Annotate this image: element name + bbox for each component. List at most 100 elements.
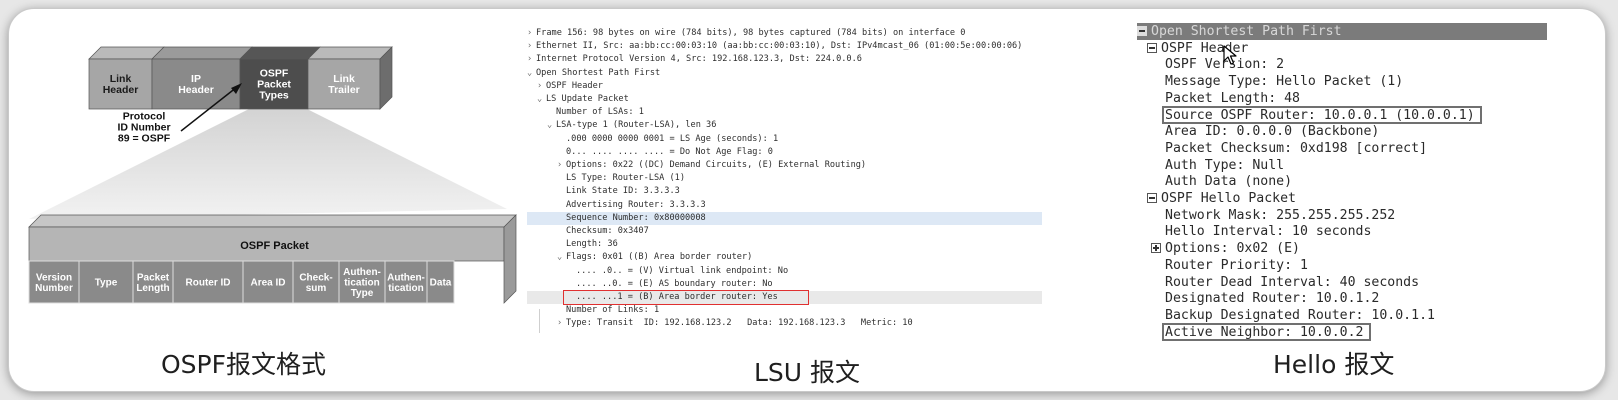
lsu-tree-row[interactable]: › Internet Protocol Version 4, Src: 192.1… — [527, 53, 1042, 66]
lsu-tree-row-label: Length: 36 — [566, 239, 618, 250]
lsu-tree-row[interactable]: .... .0.. = (V) Virtual link endpoint: N… — [527, 265, 1042, 278]
hello-tree-row-label: Router Dead Interval: 40 seconds — [1165, 274, 1420, 290]
lsu-tree-row-label: Checksum: 0x3407 — [566, 226, 649, 236]
hello-tree-row[interactable]: Open Shortest Path First — [1137, 23, 1547, 40]
lsu-tree-row[interactable]: › Frame 156: 98 bytes on wire (784 bits),… — [527, 27, 1042, 40]
ospf-field-label: Version Number — [35, 272, 73, 294]
hello-tree-row[interactable]: Active Neighbor: 10.0.0.2 — [1165, 324, 1364, 341]
hello-tree-row-label: Area ID: 0.0.0.0 (Backbone) — [1165, 124, 1380, 140]
hello-tree-row-label: Backup Designated Router: 10.0.1.1 — [1165, 307, 1435, 323]
hello-tree-row-label: Router Priority: 1 — [1165, 257, 1308, 273]
collapse-chevron-icon[interactable]: ⌄ — [557, 251, 566, 264]
collapse-box-icon[interactable] — [1137, 26, 1147, 36]
collapse-chevron-icon[interactable]: ⌄ — [537, 93, 546, 106]
lsu-tree-row[interactable]: .000 0000 0000 0001 = LS Age (seconds): … — [527, 133, 1042, 146]
lsu-tree-row[interactable]: › Type: Transit ID: 192.168.123.2 Data: 1… — [527, 317, 1042, 330]
lsu-tree-row[interactable]: Number of Links: 1 — [527, 304, 1042, 317]
ospf-format-panel: Link Header IP Header OSPF Packet Types Link Tra… — [9, 9, 529, 391]
hello-tree-row-label: Message Type: Hello Packet (1) — [1165, 74, 1404, 90]
lsu-tree-row-label: Internet Protocol Version 4, Src: 192.16… — [536, 54, 862, 65]
lsu-tree-row[interactable]: Length: 36 — [527, 238, 1042, 251]
hello-tree-row[interactable]: Network Mask: 255.255.255.252 — [1165, 207, 1395, 224]
ospf-field-label: Router ID — [186, 278, 231, 289]
lsu-tree-row-label: Frame 156: 98 bytes on wire (784 bits), … — [536, 28, 966, 38]
lsu-tree-row[interactable]: › OSPF Header — [527, 80, 1042, 93]
hello-tree-row[interactable]: Router Priority: 1 — [1165, 257, 1308, 274]
lsu-tree-row-label: .000 0000 0000 0001 = LS Age (seconds): … — [566, 133, 779, 144]
lsu-tree-row[interactable]: ⌄ LSA-type 1 (Router-LSA), len 36 — [527, 119, 1042, 132]
hello-tree-row[interactable]: Auth Data (none) — [1165, 173, 1292, 190]
lsu-tree-row[interactable]: .... ...1 = (B) Area border router: Yes — [527, 291, 1042, 304]
expand-box-icon[interactable] — [1151, 243, 1161, 254]
hello-tree-row-label: Designated Router: 10.0.1.2 — [1165, 291, 1380, 307]
ip-segment-label: OSPF Packet Types — [257, 68, 291, 102]
hello-tree-row-label: Network Mask: 255.255.255.252 — [1165, 207, 1396, 223]
lsu-tree-row-label: Open Shortest Path First — [536, 67, 661, 78]
mouse-cursor-icon — [1223, 45, 1237, 65]
lsu-tree-row[interactable]: Checksum: 0x3407 — [527, 225, 1042, 238]
lsu-tree-row-label: .... .0.. = (V) Virtual link endpoint: N… — [576, 265, 789, 276]
lsu-tree-row-label: 0... .... .... .... = Do Not Age Flag: 0 — [566, 146, 773, 157]
collapse-chevron-icon[interactable]: ⌄ — [527, 67, 536, 80]
lsu-tree-row[interactable]: Number of LSAs: 1 — [527, 106, 1042, 119]
hello-tree-row[interactable]: Area ID: 0.0.0.0 (Backbone) — [1165, 123, 1379, 140]
lsu-tree-row-label: Advertising Router: 3.3.3.3 — [566, 199, 706, 210]
lsu-tree-row[interactable]: Link State ID: 3.3.3.3 — [527, 185, 1042, 198]
collapse-box-icon[interactable] — [1147, 42, 1157, 53]
expand-chevron-icon[interactable]: › — [557, 159, 566, 172]
hello-tree-row[interactable]: Router Dead Interval: 40 seconds — [1165, 274, 1419, 291]
ospf-field-label: Area ID — [250, 278, 285, 289]
hello-tree-row-label: Auth Type: Null — [1165, 157, 1285, 173]
lsu-tree-row[interactable]: .... ..0. = (E) AS boundary router: No — [527, 278, 1042, 291]
hello-tree-row-label: Packet Length: 48 — [1165, 90, 1300, 106]
lsu-tree-row[interactable]: › Ethernet II, Src: aa:bb:cc:00:03:10 (aa… — [527, 40, 1042, 53]
ip-segment-top — [307, 46, 393, 60]
pane-edge-marker — [539, 309, 545, 333]
hello-tree-row[interactable]: Options: 0x02 (E) — [1151, 240, 1300, 257]
lsu-tree-row[interactable]: 0... .... .... .... = Do Not Age Flag: 0 — [527, 146, 1042, 159]
lsu-tree-row[interactable]: ⌄ LS Update Packet — [527, 93, 1042, 106]
lsu-tree-row-label: LS Update Packet — [546, 94, 629, 104]
hello-tree-row[interactable]: Packet Checksum: 0xd198 [correct] — [1165, 140, 1427, 157]
expand-chevron-icon[interactable]: › — [527, 40, 536, 53]
hello-tree-row[interactable]: Packet Length: 48 — [1165, 90, 1300, 107]
lsu-tree-row[interactable]: Advertising Router: 3.3.3.3 — [527, 199, 1042, 212]
hello-tree-row[interactable]: Auth Type: Null — [1165, 157, 1284, 174]
hello-tree-row-label: Hello Interval: 10 seconds — [1165, 224, 1372, 240]
lsu-tree-row-label: Type: Transit ID: 192.168.123.2 Data: 19… — [566, 318, 913, 329]
hello-packet-tree: Open Shortest Path First OSPF Header OSPF … — [1137, 23, 1597, 363]
ip-segment-top — [239, 46, 321, 60]
collapse-chevron-icon[interactable]: ⌄ — [547, 119, 556, 132]
lsu-tree-row-label: Ethernet II, Src: aa:bb:cc:00:03:10 (aa:… — [536, 41, 1023, 52]
lsu-tree-row-label: .... ..0. = (E) AS boundary router: No — [576, 278, 773, 289]
expand-chevron-icon[interactable]: › — [527, 27, 536, 40]
lsu-tree-row-label: LS Type: Router-LSA (1) — [566, 173, 685, 184]
lsu-tree-row[interactable]: Sequence Number: 0x80000008 — [527, 211, 1042, 225]
lsu-tree-row-label: Sequence Number: 0x80000008 — [566, 212, 706, 223]
hello-tree-row[interactable]: Designated Router: 10.0.1.2 — [1165, 290, 1379, 307]
lsu-tree-row-label: OSPF Header — [546, 80, 603, 91]
lsu-tree-row[interactable]: › Options: 0x22 ((DC) Demand Circuits, (E… — [527, 159, 1042, 172]
lsu-tree-row[interactable]: LS Type: Router-LSA (1) — [527, 172, 1042, 185]
encapsulation-funnel — [29, 109, 507, 219]
lsu-tree-row-label: LSA-type 1 (Router-LSA), len 36 — [556, 120, 717, 131]
expand-chevron-icon[interactable]: › — [527, 53, 536, 66]
lsu-tree-row[interactable]: ⌄ Open Shortest Path First — [527, 67, 1042, 80]
hello-tree-row[interactable]: Source OSPF Router: 10.0.0.1 (10.0.0.1) — [1165, 107, 1475, 124]
hello-tree-row-label: OSPF Hello Packet — [1161, 191, 1296, 206]
ospf-packet-side — [503, 214, 517, 304]
hello-tree-row-label: Source OSPF Router: 10.0.0.1 (10.0.0.1) — [1165, 107, 1475, 123]
expand-chevron-icon[interactable]: › — [537, 80, 546, 93]
hello-tree-row[interactable]: Backup Designated Router: 10.0.1.1 — [1165, 307, 1435, 324]
panel1-caption: OSPF报文格式 — [161, 350, 327, 379]
ip-segment-top — [88, 46, 165, 60]
hello-tree-row[interactable]: Hello Interval: 10 seconds — [1165, 223, 1371, 240]
protocol-id-annotation: Protocol ID Number 89 = OSPF — [117, 111, 170, 145]
hello-tree-row[interactable]: Message Type: Hello Packet (1) — [1165, 73, 1403, 90]
hello-tree-row[interactable]: OSPF Hello Packet — [1147, 190, 1296, 207]
lsu-tree-row[interactable]: ⌄ Flags: 0x01 ((B) Area border router) — [527, 251, 1042, 264]
expand-chevron-icon[interactable]: › — [557, 317, 566, 330]
panel3-caption: Hello 报文 — [1273, 350, 1395, 379]
collapse-box-icon[interactable] — [1147, 193, 1157, 203]
lsu-packet-tree: › Frame 156: 98 bytes on wire (784 bits),… — [527, 27, 1042, 357]
